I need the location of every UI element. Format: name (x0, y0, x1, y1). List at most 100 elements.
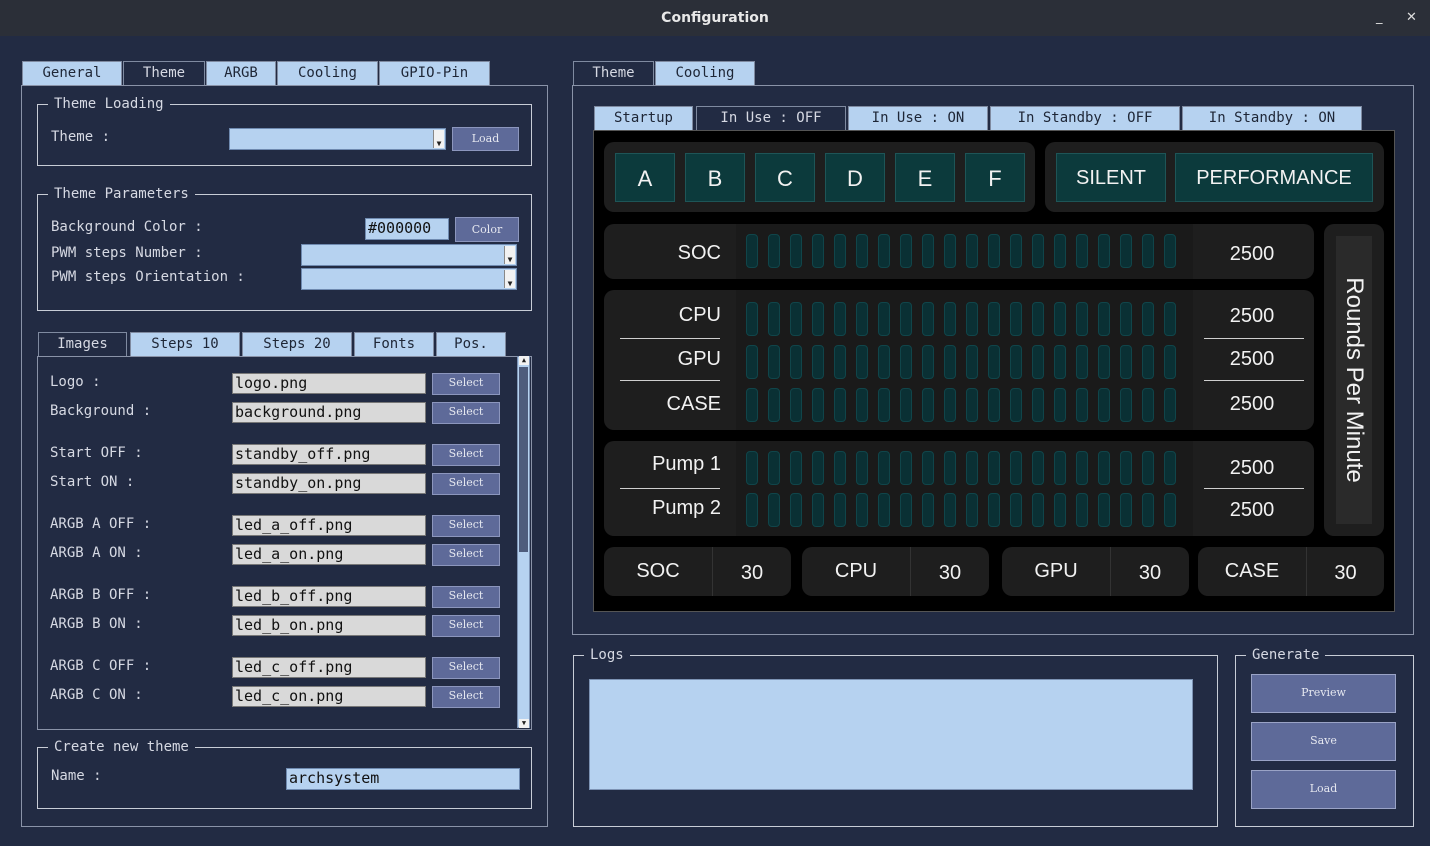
pwm-steps-number-combobox[interactable]: 20 ▼ (301, 244, 517, 266)
select-button[interactable]: Select (432, 473, 500, 495)
tab-pos[interactable]: Pos. (436, 332, 506, 357)
tab-preview-theme[interactable]: Theme (573, 61, 654, 86)
tab-steps-10[interactable]: Steps 10 (130, 332, 240, 357)
pwm-led (812, 388, 824, 422)
theme-parameters-legend: Theme Parameters (48, 185, 195, 203)
fan-rpm-gpu: 2500 (1229, 348, 1275, 370)
select-button[interactable]: Select (432, 686, 500, 708)
pwm-led (1054, 493, 1066, 527)
select-button[interactable]: Select (432, 515, 500, 537)
argb-key-b[interactable]: B (685, 153, 745, 202)
chevron-down-icon[interactable]: ▼ (504, 246, 515, 264)
tab-general[interactable]: General (22, 61, 122, 86)
argb-key-e[interactable]: E (895, 153, 955, 202)
chevron-down-icon[interactable]: ▼ (433, 130, 444, 148)
tab-images[interactable]: Images (38, 332, 127, 357)
tab-in-standby-on[interactable]: In Standby : ON (1182, 106, 1362, 131)
scroll-up-icon[interactable]: ▲ (519, 356, 529, 365)
theme-name-label: Name : (51, 768, 102, 784)
tab-fonts[interactable]: Fonts (354, 332, 434, 357)
tab-steps-20[interactable]: Steps 20 (242, 332, 352, 357)
pwm-led (1164, 345, 1176, 379)
color-button[interactable]: Color (455, 217, 519, 242)
argb-key-c[interactable]: C (755, 153, 815, 202)
argb-key-f[interactable]: F (965, 153, 1025, 202)
image-path-field[interactable]: standby_on.png (232, 473, 426, 494)
image-path-field[interactable]: led_b_on.png (232, 615, 426, 636)
select-button[interactable]: Select (432, 544, 500, 566)
pwm-steps-orientation-combobox[interactable]: left_to_right ▼ (301, 268, 517, 290)
pwm-led (790, 345, 802, 379)
pwm-led (988, 345, 1000, 379)
select-button[interactable]: Select (432, 586, 500, 608)
temp-value-soc: 30 (740, 562, 764, 584)
load-button[interactable]: Load (1251, 770, 1396, 809)
tab-theme[interactable]: Theme (123, 61, 205, 86)
pwm-led (1120, 345, 1132, 379)
argb-key-a[interactable]: A (615, 153, 675, 202)
chevron-down-icon[interactable]: ▼ (504, 270, 515, 288)
pwm-led (1076, 451, 1088, 485)
image-label: Logo : (50, 374, 101, 390)
theme-combobox[interactable]: archsystem ▼ (229, 128, 446, 150)
select-button[interactable]: Select (432, 657, 500, 679)
tab-in-use-on[interactable]: In Use : ON (848, 106, 988, 131)
pwm-led (1010, 234, 1022, 268)
pwm-led (966, 302, 978, 336)
logs-textarea[interactable] (589, 679, 1193, 790)
image-label: ARGB A ON : (50, 545, 143, 561)
mode-performance-button[interactable]: PERFORMANCE (1175, 153, 1373, 202)
pwm-led (944, 451, 956, 485)
pwm-led (988, 388, 1000, 422)
tab-cooling[interactable]: Cooling (277, 61, 378, 86)
image-path-field[interactable]: led_b_off.png (232, 586, 426, 607)
scroll-down-icon[interactable]: ▼ (519, 719, 529, 728)
pwm-led (922, 493, 934, 527)
pwm-led (1076, 234, 1088, 268)
preview-button[interactable]: Preview (1251, 674, 1396, 713)
pwm-steps-orientation-value: left_to_right (322, 288, 439, 289)
window-titlebar: Configuration _ ✕ (0, 0, 1430, 36)
image-path-field[interactable]: led_a_off.png (232, 515, 426, 536)
tab-in-standby-off[interactable]: In Standby : OFF (990, 106, 1180, 131)
temp-box-gpu: GPU 30 (1002, 547, 1189, 596)
pwm-led (1098, 345, 1110, 379)
image-path-field[interactable]: led_c_on.png (232, 686, 426, 707)
pwm-led (1098, 388, 1110, 422)
theme-name-input[interactable]: archsystem (286, 768, 520, 790)
temp-label-soc: SOC (636, 560, 680, 582)
image-path-field[interactable]: standby_off.png (232, 444, 426, 465)
pwm-led (768, 388, 780, 422)
select-button[interactable]: Select (432, 402, 500, 424)
images-scrollbar[interactable]: ▲ ▼ (517, 356, 530, 728)
pwm-led (856, 345, 868, 379)
tab-preview-cooling[interactable]: Cooling (655, 61, 755, 86)
minimize-button[interactable]: _ (1376, 0, 1383, 36)
argb-key-d[interactable]: D (825, 153, 885, 202)
select-button[interactable]: Select (432, 373, 500, 395)
tab-argb[interactable]: ARGB (206, 61, 276, 86)
tab-in-use-off[interactable]: In Use : OFF (696, 106, 846, 131)
image-path-field[interactable]: led_a_on.png (232, 544, 426, 565)
image-path-field[interactable]: background.png (232, 402, 426, 423)
background-color-field[interactable]: #000000 (365, 218, 449, 240)
image-path-field[interactable]: led_c_off.png (232, 657, 426, 678)
load-theme-button[interactable]: Load (452, 127, 519, 151)
fan-label-soc: SOC (677, 242, 721, 264)
select-button[interactable]: Select (432, 444, 500, 466)
mode-silent-button[interactable]: SILENT (1056, 153, 1166, 202)
tab-gpio-pin[interactable]: GPIO-Pin (379, 61, 490, 86)
image-path-field[interactable]: logo.png (232, 373, 426, 394)
pwm-led (1054, 345, 1066, 379)
pwm-led (988, 234, 1000, 268)
pwm-led (1076, 388, 1088, 422)
pwm-led (834, 345, 846, 379)
save-button[interactable]: Save (1251, 722, 1396, 761)
tab-startup[interactable]: Startup (594, 106, 693, 131)
pwm-led (900, 345, 912, 379)
scrollbar-thumb[interactable] (519, 367, 528, 552)
select-button[interactable]: Select (432, 615, 500, 637)
close-button[interactable]: ✕ (1406, 0, 1417, 36)
pwm-led (900, 302, 912, 336)
temp-label-case: CASE (1224, 560, 1280, 582)
